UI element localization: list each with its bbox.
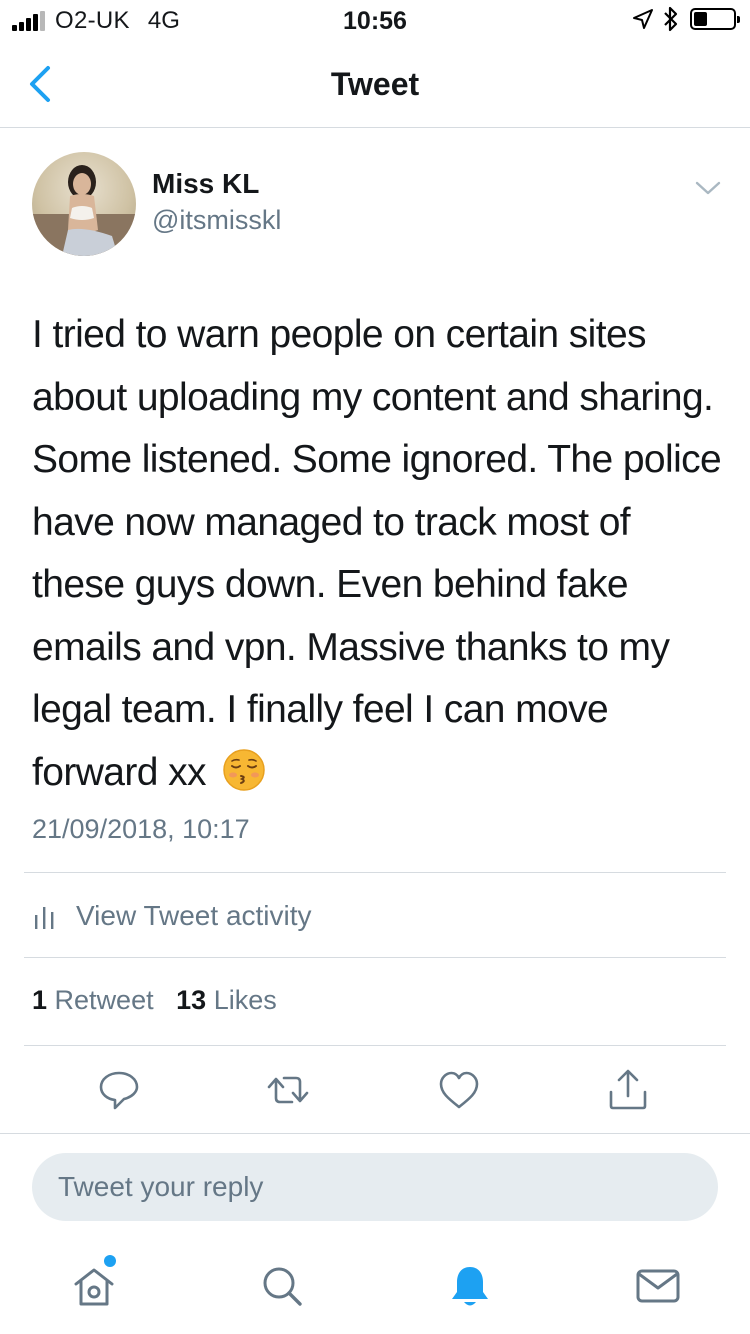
retweet-count: 1 bbox=[32, 985, 48, 1015]
like-icon[interactable] bbox=[437, 1068, 481, 1112]
divider bbox=[0, 1133, 750, 1134]
retweet-icon[interactable] bbox=[266, 1068, 310, 1112]
kissing-face-emoji bbox=[223, 748, 265, 791]
reply-icon[interactable] bbox=[97, 1068, 141, 1112]
user-handle[interactable]: @itsmisskl bbox=[152, 205, 281, 236]
battery-level bbox=[694, 12, 707, 26]
avatar[interactable] bbox=[32, 152, 136, 256]
tweet-text: I tried to warn people on certain sites … bbox=[32, 304, 722, 804]
home-icon[interactable] bbox=[70, 1262, 118, 1310]
tweet-timestamp: 21/09/2018, 10:17 bbox=[32, 814, 250, 844]
location-icon bbox=[633, 9, 653, 29]
retweet-label: Retweet bbox=[54, 985, 154, 1015]
nav-bar: Tweet bbox=[0, 40, 750, 128]
messages-icon[interactable] bbox=[634, 1262, 682, 1310]
bar-chart-icon bbox=[35, 907, 54, 929]
share-icon[interactable] bbox=[606, 1068, 650, 1112]
like-stat[interactable]: 13 Likes bbox=[176, 985, 277, 1015]
status-bar: O2-UK 4G 10:56 bbox=[0, 0, 750, 40]
tweet-stats: 1 Retweet 13 Likes bbox=[32, 985, 277, 1016]
divider bbox=[24, 1045, 726, 1046]
battery-icon bbox=[690, 8, 740, 30]
like-label: Likes bbox=[213, 985, 277, 1015]
bluetooth-icon bbox=[664, 6, 678, 32]
like-count: 13 bbox=[176, 985, 207, 1015]
retweet-stat[interactable]: 1 Retweet bbox=[32, 985, 154, 1015]
notifications-icon[interactable] bbox=[446, 1262, 494, 1310]
avatar-photo bbox=[32, 165, 136, 256]
view-activity-link[interactable]: View Tweet activity bbox=[34, 894, 312, 938]
chevron-down-icon[interactable] bbox=[694, 176, 722, 200]
divider bbox=[24, 872, 726, 873]
status-right bbox=[632, 6, 740, 32]
divider bbox=[24, 957, 726, 958]
page-title: Tweet bbox=[330, 66, 420, 102]
view-activity-label: View Tweet activity bbox=[76, 900, 312, 931]
reply-input[interactable] bbox=[32, 1153, 718, 1221]
tweet-text-content: I tried to warn people on certain sites … bbox=[32, 313, 722, 794]
display-name[interactable]: Miss KL bbox=[152, 168, 259, 200]
search-icon[interactable] bbox=[258, 1262, 306, 1310]
